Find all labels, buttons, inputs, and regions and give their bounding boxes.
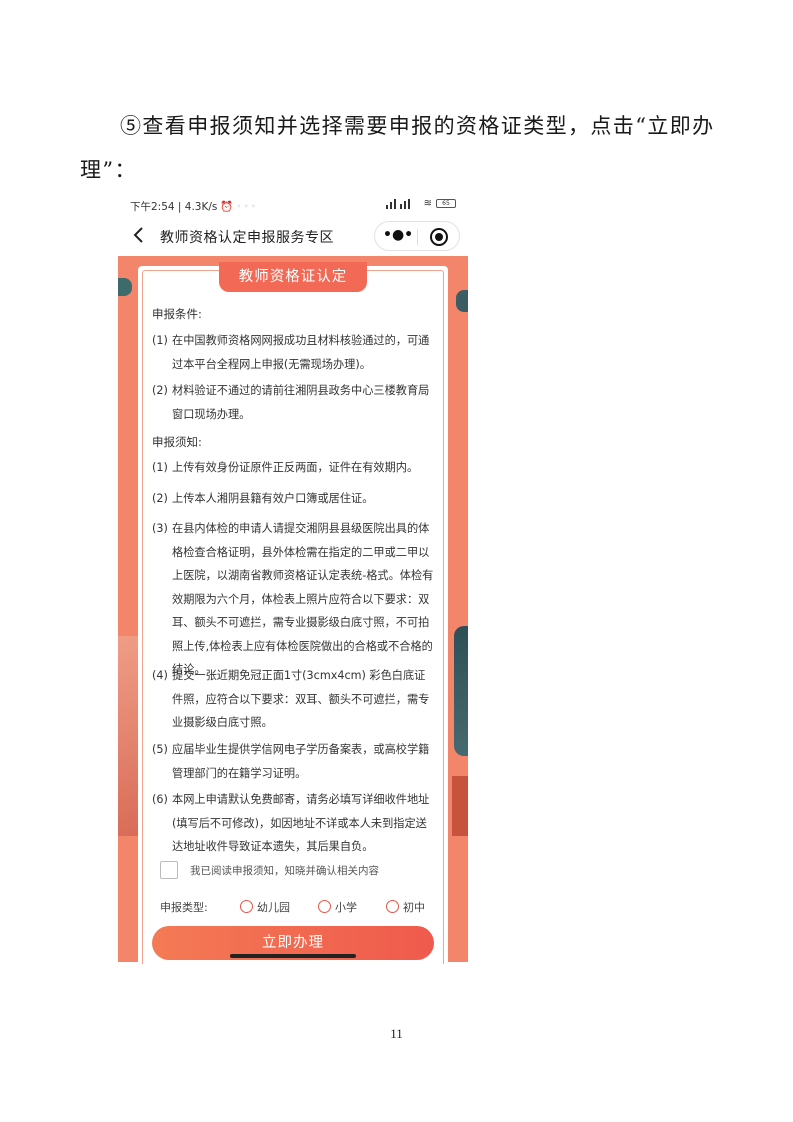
background-decoration bbox=[118, 636, 138, 836]
capsule-divider bbox=[417, 229, 418, 245]
background-decoration bbox=[452, 776, 468, 836]
page-background: 教师资格证认定 申报条件: (1) 在中国教师资格网网报成功且材料核验通过的，可… bbox=[118, 256, 468, 964]
more-options-icon[interactable]: •●• bbox=[383, 227, 413, 245]
agree-label: 我已阅读申报须知，知晓并确认相关内容 bbox=[190, 865, 379, 877]
background-decoration bbox=[118, 278, 132, 296]
alarm-icon: ⏰ bbox=[220, 201, 234, 213]
card-title: 教师资格证认定 bbox=[219, 262, 367, 292]
radio-icon[interactable] bbox=[240, 900, 253, 913]
notification-icons: ◦ ◦ ◦ bbox=[236, 202, 256, 211]
notice-title: 申报须知: bbox=[152, 435, 202, 449]
notice-card: 教师资格证认定 申报条件: (1) 在中国教师资格网网报成功且材料核验通过的，可… bbox=[138, 262, 448, 964]
back-arrow-icon[interactable] bbox=[130, 223, 148, 247]
agree-row: 我已阅读申报须知，知晓并确认相关内容 bbox=[160, 860, 440, 880]
battery-icon: 65 bbox=[436, 199, 456, 208]
apply-type-label: 申报类型: bbox=[160, 901, 208, 914]
page-title: 教师资格认定申报服务专区 bbox=[160, 230, 334, 246]
page-number: 11 bbox=[390, 1026, 403, 1041]
signal-icon bbox=[385, 198, 420, 209]
phone-screenshot: 下午2:54 | 4.3K/s ⏰ ◦ ◦ ◦ ≋ 65 教师资格认定申报服务专… bbox=[118, 192, 468, 964]
wifi-icon: ≋ bbox=[423, 198, 432, 209]
background-decoration bbox=[456, 290, 468, 312]
agree-checkbox[interactable] bbox=[160, 861, 178, 879]
radio-icon[interactable] bbox=[318, 900, 331, 913]
background-decoration bbox=[454, 626, 468, 756]
apply-type-row: 申报类型: 幼儿园 小学 初中 bbox=[160, 900, 425, 914]
status-time: 下午2:54 | 4.3K/s bbox=[130, 201, 218, 213]
nav-bar: 教师资格认定申报服务专区 •●• bbox=[118, 218, 468, 254]
conditions-title: 申报条件: bbox=[152, 307, 202, 321]
instruction-text: ⑤查看申报须知并选择需要申报的资格证类型，点击“立即办理”： bbox=[80, 114, 715, 182]
radio-icon[interactable] bbox=[386, 900, 399, 913]
status-bar: 下午2:54 | 4.3K/s ⏰ ◦ ◦ ◦ ≋ 65 bbox=[118, 192, 468, 218]
close-mini-program-icon[interactable] bbox=[430, 228, 448, 246]
mini-program-capsule: •●• bbox=[374, 221, 460, 251]
home-indicator[interactable] bbox=[230, 954, 356, 958]
